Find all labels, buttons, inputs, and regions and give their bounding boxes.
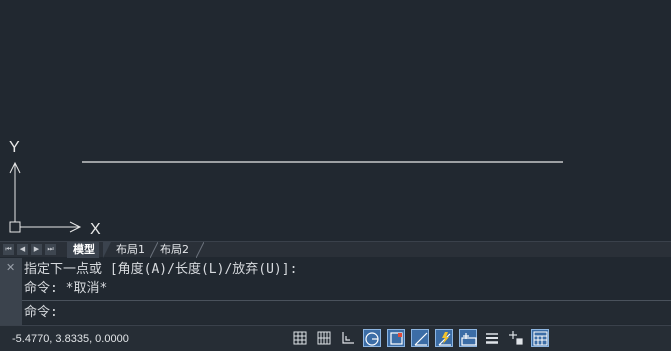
grid-display-icon[interactable] (315, 329, 333, 347)
object-snap-tracking-icon[interactable] (411, 329, 429, 347)
tab-nav-prev-button[interactable]: ◀ (17, 244, 28, 255)
axis-y-label: Y (9, 139, 20, 156)
object-snap-icon[interactable] (387, 329, 405, 347)
tab-layout2[interactable]: 布局2 (154, 242, 193, 258)
command-history-line: 指定下一点或 [角度(A)/长度(L)/放弃(U)]: (24, 262, 298, 277)
coordinate-readout[interactable]: -5.4770, 3.8335, 0.0000 (12, 332, 129, 346)
command-history-line: 命令: *取消* (24, 281, 108, 296)
close-icon[interactable]: ✕ (6, 262, 15, 273)
lineweight-icon[interactable] (483, 329, 501, 347)
quick-properties-icon[interactable] (531, 329, 549, 347)
tab-model[interactable]: 模型 (67, 242, 99, 258)
layout-tab-bar: ⏮ ◀ ▶ ⏭ 模型 布局1 布局2 (0, 241, 671, 258)
command-line-panel: ✕ 指定下一点或 [角度(A)/长度(L)/放弃(U)]: 命令: *取消* 命… (0, 258, 671, 325)
grid-snap-icon[interactable] (291, 329, 309, 347)
polar-tracking-icon[interactable] (363, 329, 381, 347)
status-bar: -5.4770, 3.8335, 0.0000 (0, 325, 671, 351)
tab-nav-last-button[interactable]: ⏭ (45, 244, 56, 255)
axis-x-label: X (90, 221, 101, 238)
tab-nav-first-button[interactable]: ⏮ (3, 244, 14, 255)
command-panel-grip[interactable]: ✕ (0, 258, 22, 325)
dynamic-input-icon[interactable] (459, 329, 477, 347)
ucs-icon (9, 161, 82, 233)
tab-separator (196, 242, 204, 258)
selection-cycling-icon[interactable] (507, 329, 525, 347)
dynamic-ucs-icon[interactable] (435, 329, 453, 347)
ortho-icon[interactable] (339, 329, 357, 347)
command-input[interactable]: 命令: (22, 300, 671, 324)
canvas-svg: Y X (9, 139, 563, 238)
tab-nav-next-button[interactable]: ▶ (31, 244, 42, 255)
command-prompt: 命令: (24, 305, 58, 320)
tab-layout1[interactable]: 布局1 (110, 242, 149, 258)
drawing-canvas[interactable]: Y X (0, 0, 671, 241)
